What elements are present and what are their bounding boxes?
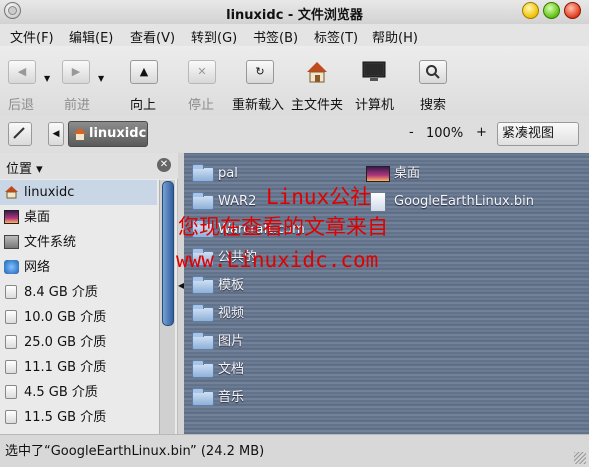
pencil-icon	[13, 127, 25, 139]
home-crumb-icon	[74, 128, 86, 140]
back-history-dropdown-icon[interactable]: ▼	[44, 74, 50, 83]
network-icon	[4, 260, 19, 274]
minimize-button[interactable]	[522, 2, 539, 19]
file-item-folder[interactable]: 音乐	[184, 386, 244, 410]
menu-tabs[interactable]: 标签(T)	[314, 27, 358, 46]
sidebar-item-drive[interactable]: 10.0 GB 介质	[0, 305, 157, 330]
zoom-in-button[interactable]: +	[476, 125, 487, 140]
back-button[interactable]: ◀	[8, 60, 36, 84]
watermark-line-2: 您现在查看的文章来自	[178, 215, 388, 239]
drive-icon	[5, 385, 17, 399]
toolbar: ◀ ▼ 后退 ▶ ▼ 前进 ▲ 向上 ✕ 停止 ↻ 重新载入 主文件夹 计算机 …	[0, 46, 589, 117]
computer-button[interactable]	[360, 60, 388, 84]
search-label: 搜索	[420, 98, 447, 113]
drive-icon	[5, 285, 17, 299]
computer-icon	[362, 61, 386, 81]
sidebar-header-select[interactable]: 位置 ▾	[6, 158, 43, 177]
close-button[interactable]	[564, 2, 581, 19]
status-text: 选中了“GoogleEarthLinux.bin” (24.2 MB)	[5, 444, 265, 459]
home-icon	[307, 62, 327, 83]
file-view: pal WAR2 Warcraft.com 公共的 模板 视频 图片 文档 音乐…	[184, 153, 589, 434]
sidebar-header: 位置 ▾ ✕	[0, 153, 178, 179]
status-bar: 选中了“GoogleEarthLinux.bin” (24.2 MB)	[0, 434, 589, 467]
forward-label: 前进	[64, 98, 91, 113]
desktop-icon	[4, 210, 19, 224]
path-crumb-label: linuxidc	[89, 126, 147, 141]
stop-icon: ✕	[197, 65, 207, 78]
drive-icon	[5, 335, 17, 349]
file-item-folder[interactable]: 文档	[184, 358, 244, 382]
arrow-right-icon: ▶	[71, 65, 81, 78]
menu-help[interactable]: 帮助(H)	[372, 27, 418, 46]
zoom-level: 100%	[426, 126, 464, 141]
up-button[interactable]: ▲	[130, 60, 158, 84]
filesystem-icon	[4, 235, 19, 249]
file-item-folder[interactable]: 图片	[184, 330, 244, 354]
up-label: 向上	[130, 98, 157, 113]
crumb-left-button[interactable]: ◀	[48, 122, 64, 146]
view-mode-select[interactable]: 紧凑视图	[497, 122, 579, 146]
menu-bar: 文件(F) 编辑(E) 查看(V) 转到(G) 书签(B) 标签(T) 帮助(H…	[0, 24, 589, 46]
close-sidebar-icon[interactable]: ✕	[157, 158, 171, 172]
drive-icon	[5, 360, 17, 374]
menu-file[interactable]: 文件(F)	[10, 27, 54, 46]
home-label: 主文件夹	[291, 98, 344, 113]
forward-history-dropdown-icon[interactable]: ▼	[98, 74, 104, 83]
toggle-location-entry-button[interactable]	[8, 122, 32, 146]
sidebar-item-drive[interactable]: 25.0 GB 介质	[0, 330, 157, 355]
sidebar-item-desktop[interactable]: 桌面	[0, 205, 157, 230]
title-bar: linuxidc - 文件浏览器	[0, 0, 589, 25]
watermark-line-3: www.Linuxidc.com	[176, 248, 379, 272]
reload-icon: ↻	[255, 65, 265, 78]
home-button[interactable]	[303, 60, 331, 84]
desktop-icon	[366, 166, 390, 182]
file-item-folder[interactable]: pal	[184, 162, 238, 186]
file-icon	[370, 192, 386, 212]
sidebar-item-drive[interactable]: 11.1 GB 介质	[0, 355, 157, 380]
folder-icon	[192, 192, 214, 210]
sidebar-item-drive[interactable]: 11.5 GB 介质	[0, 405, 157, 430]
chevron-left-icon: ◀	[52, 129, 60, 139]
menu-go[interactable]: 转到(G)	[191, 27, 237, 46]
stop-label: 停止	[188, 98, 215, 113]
drive-icon	[5, 410, 17, 424]
sidebar-item-home[interactable]: linuxidc	[0, 180, 157, 205]
window-title: linuxidc - 文件浏览器	[226, 8, 363, 23]
folder-icon	[192, 388, 214, 406]
arrow-left-icon: ◀	[17, 65, 27, 78]
sidebar-item-drive[interactable]: 8.4 GB 介质	[0, 280, 157, 305]
file-item-folder[interactable]: 视频	[184, 302, 244, 326]
menu-view[interactable]: 查看(V)	[130, 27, 175, 46]
reload-label: 重新载入	[232, 98, 285, 113]
zoom-out-button[interactable]: -	[409, 125, 414, 140]
maximize-button[interactable]	[543, 2, 560, 19]
resize-grip-icon[interactable]	[574, 452, 586, 464]
search-button[interactable]	[419, 60, 447, 84]
folder-icon	[192, 304, 214, 322]
folder-icon	[192, 164, 214, 182]
places-sidebar: 位置 ▾ ✕ linuxidc 桌面 文件系统 网络 8.4 GB 介质 10.…	[0, 153, 178, 434]
sidebar-item-network[interactable]: 网络	[0, 255, 157, 280]
sidebar-item-filesystem[interactable]: 文件系统	[0, 230, 157, 255]
back-label: 后退	[8, 98, 35, 113]
folder-icon	[192, 360, 214, 378]
location-bar: ◀ linuxidc - 100% + 紧凑视图	[0, 116, 589, 152]
sidebar-scrollbar-thumb[interactable]	[162, 181, 174, 326]
folder-icon	[192, 332, 214, 350]
search-icon	[426, 65, 440, 79]
sidebar-item-drive[interactable]: 4.5 GB 介质	[0, 380, 157, 405]
reload-button[interactable]: ↻	[246, 60, 274, 84]
menu-bookmarks[interactable]: 书签(B)	[253, 27, 298, 46]
folder-icon	[192, 276, 214, 294]
drive-icon	[5, 310, 17, 324]
computer-label: 计算机	[355, 98, 395, 113]
forward-button[interactable]: ▶	[62, 60, 90, 84]
arrow-up-icon: ▲	[139, 65, 149, 78]
home-icon	[5, 186, 18, 199]
stop-button[interactable]: ✕	[188, 60, 216, 84]
file-item-folder[interactable]: 模板	[184, 274, 244, 298]
watermark-line-1: Linux公社	[266, 185, 372, 209]
path-crumb-linuxidc[interactable]: linuxidc	[68, 121, 148, 147]
menu-edit[interactable]: 编辑(E)	[69, 27, 113, 46]
